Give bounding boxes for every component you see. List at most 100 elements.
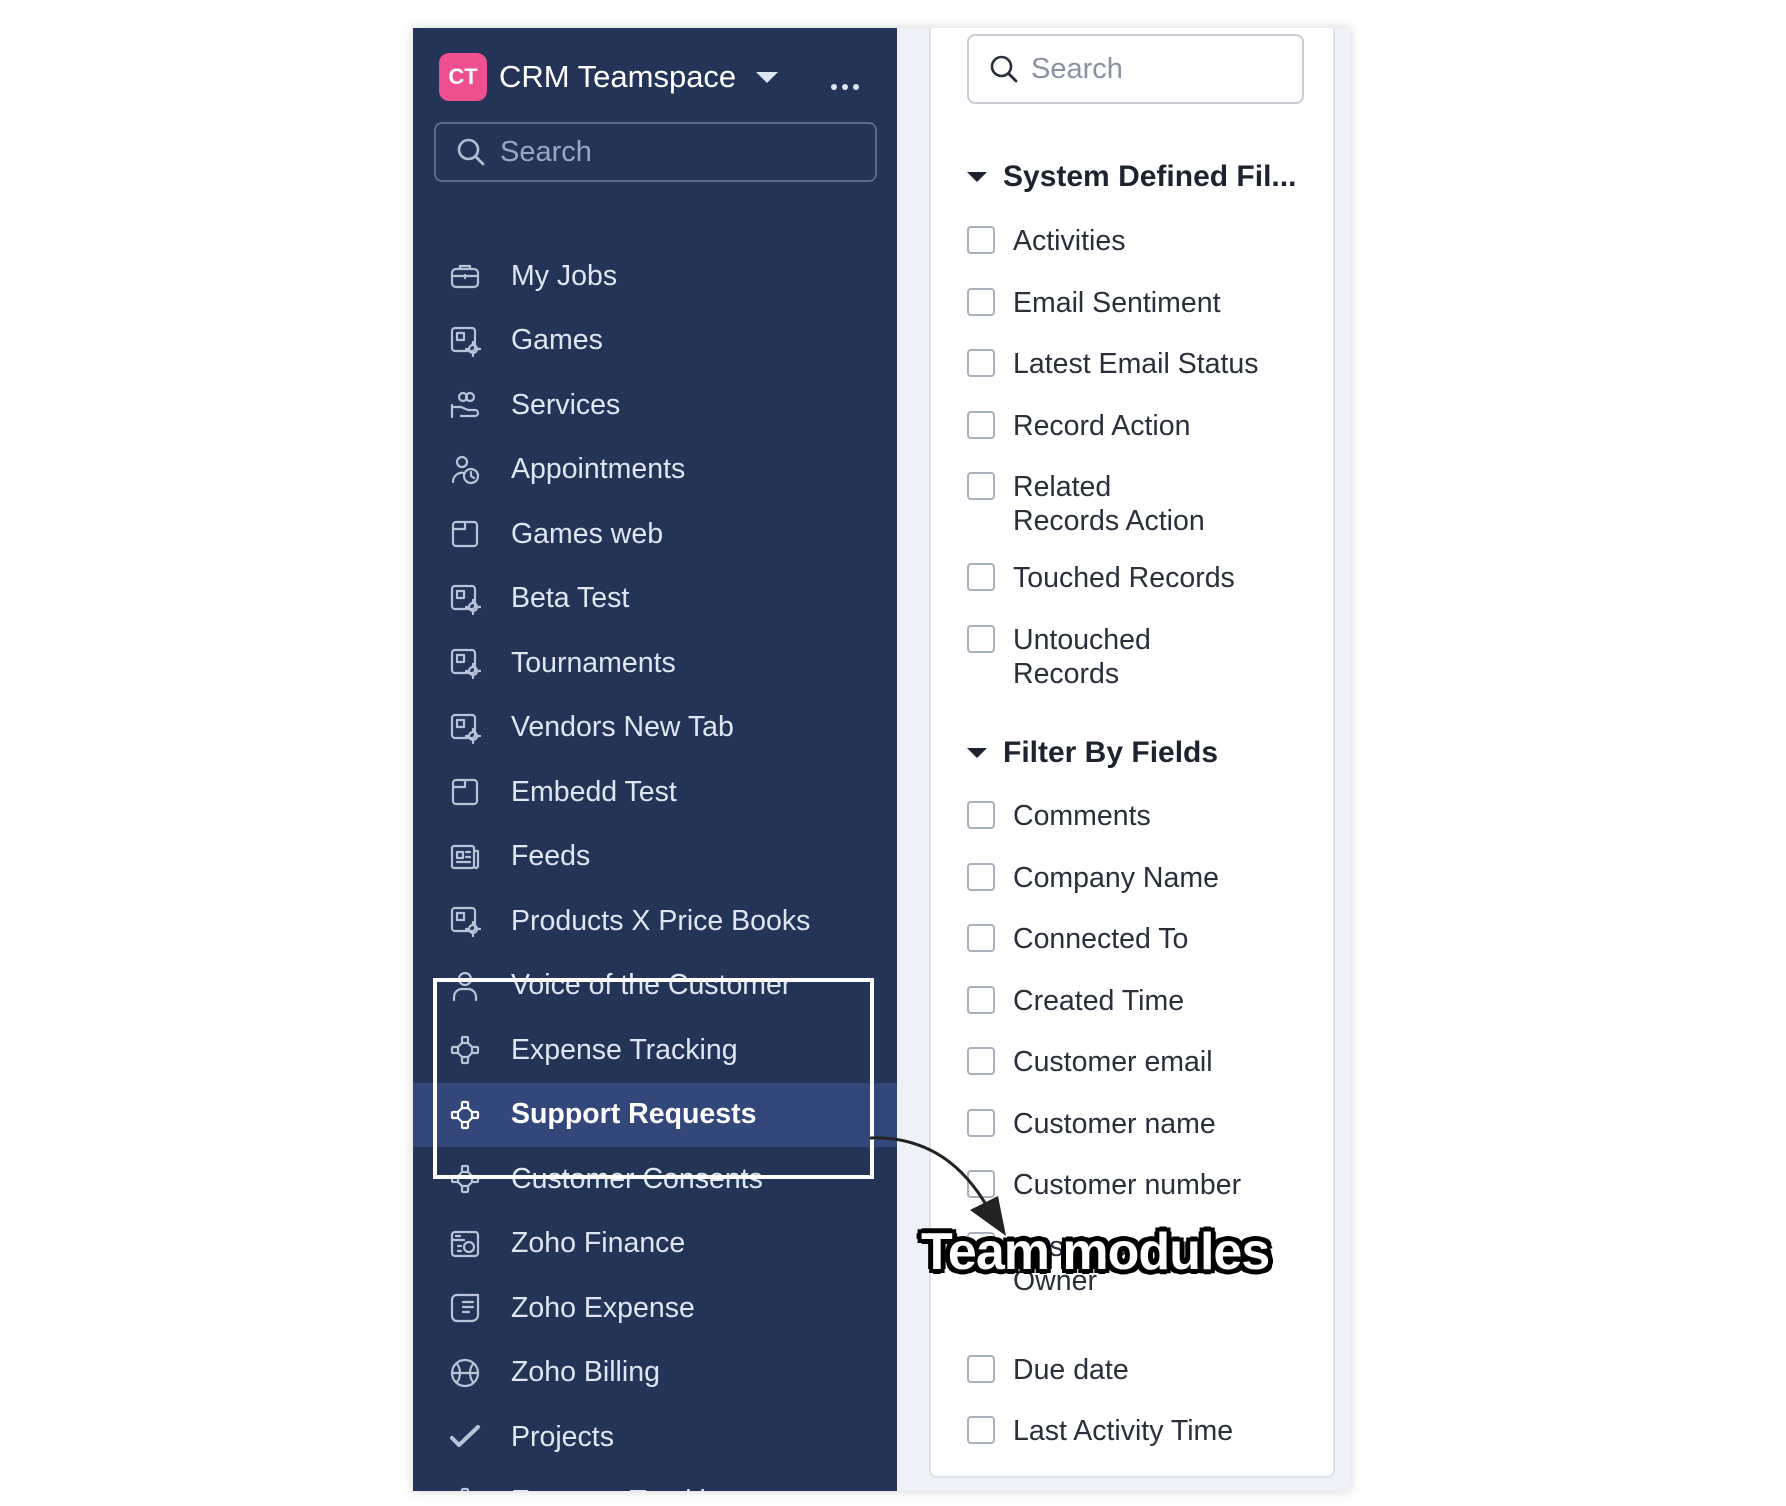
- sidebar-item-label: Vendors New Tab: [511, 711, 734, 744]
- filter-option-label: Customer email: [1013, 1046, 1213, 1078]
- sidebar-item-label: Expense Tracking: [511, 1033, 738, 1066]
- sidebar-item-games-web[interactable]: Games web: [413, 502, 897, 567]
- sidebar-item-label: Feeds: [511, 840, 591, 873]
- filter-option[interactable]: Email Sentiment: [967, 286, 1313, 320]
- section-system-defined[interactable]: System Defined Fil...: [967, 160, 1296, 194]
- services-icon: [449, 389, 481, 421]
- sidebar-item-label: Zoho Finance: [511, 1227, 686, 1260]
- sidebar-item-games[interactable]: Games: [413, 309, 897, 374]
- sidebar: CT CRM Teamspace Search My Jobs Games Serv…: [413, 28, 897, 1491]
- sidebar-item-embedd-test[interactable]: Embedd Test: [413, 760, 897, 825]
- section-title: System Defined Fil...: [1003, 160, 1297, 193]
- sidebar-item-zoho-finance[interactable]: Zoho Finance: [413, 1212, 897, 1277]
- sidebar-item-appointments[interactable]: Appointments: [413, 438, 897, 503]
- sidebar-item-projects[interactable]: Projects: [413, 1405, 897, 1470]
- filter-checkbox[interactable]: [967, 1478, 995, 1479]
- expense-icon: [449, 1292, 481, 1324]
- filter-option[interactable]: Touched Records: [967, 561, 1313, 595]
- workspace-title: CRM Teamspace: [499, 59, 737, 94]
- module-gear-icon: [449, 325, 481, 357]
- sidebar-item-beta-test[interactable]: Beta Test: [413, 567, 897, 632]
- filter-option[interactable]: Latest Email Status: [967, 347, 1313, 381]
- sidebar-item-label: Services: [511, 388, 621, 421]
- caret-down-icon: [967, 172, 987, 182]
- filter-checkbox[interactable]: [967, 349, 995, 377]
- filter-option[interactable]: Comments: [967, 799, 1313, 833]
- filter-option[interactable]: Customer email: [967, 1045, 1313, 1079]
- sidebar-item-products-x-price-books[interactable]: Products X Price Books: [413, 889, 897, 954]
- filter-checkbox[interactable]: [967, 1047, 995, 1075]
- filter-option[interactable]: Record Action: [967, 409, 1313, 443]
- filter-checkbox[interactable]: [967, 924, 995, 952]
- person-icon: [449, 970, 481, 1002]
- sidebar-item-label: Zoho Expense: [511, 1291, 695, 1324]
- filter-option-label: Related Records Action: [1013, 471, 1205, 537]
- filter-checkbox[interactable]: [967, 410, 995, 439]
- sidebar-item-my-jobs[interactable]: My Jobs: [413, 244, 897, 309]
- sidebar-item-label: Games web: [511, 517, 664, 550]
- filter-option[interactable]: Modified Time: [967, 1476, 1313, 1479]
- sidebar-item-zoho-expense[interactable]: Zoho Expense: [413, 1276, 897, 1341]
- filter-option-label: Created Time: [1013, 984, 1185, 1017]
- sidebar-item-voice-of-the-customer[interactable]: Voice of the Customer: [413, 954, 897, 1019]
- filter-option[interactable]: Untouched Records: [967, 623, 1213, 691]
- filter-option-label: Email Sentiment: [1013, 286, 1221, 319]
- filter-option[interactable]: Company Name: [967, 861, 1313, 895]
- filter-checkbox[interactable]: [967, 226, 995, 254]
- sidebar-item-feeds[interactable]: Feeds: [413, 825, 897, 890]
- filter-checkbox[interactable]: [967, 472, 995, 500]
- feeds-icon: [449, 841, 481, 873]
- module-gear-icon: [449, 905, 481, 938]
- sidebar-item-label: Voice of the Customer: [511, 969, 792, 1002]
- web-tab-icon: [449, 776, 481, 808]
- filter-option-label: Due date: [1013, 1353, 1129, 1386]
- filter-option[interactable]: Due date: [967, 1353, 1313, 1387]
- filter-option[interactable]: Connected To: [967, 922, 1313, 956]
- section-filter-by-fields[interactable]: Filter By Fields: [967, 736, 1218, 770]
- filter-option[interactable]: Last Activity Time: [967, 1414, 1313, 1448]
- filter-option-label: Latest Email Status: [1013, 348, 1259, 380]
- sidebar-item-label: Appointments: [511, 453, 686, 486]
- sidebar-item-customer-consents[interactable]: Customer Consents: [413, 1147, 897, 1212]
- filter-checkbox[interactable]: [967, 801, 995, 829]
- sidebar-item-label: Tournaments: [511, 646, 676, 679]
- more-options-icon[interactable]: [831, 84, 859, 90]
- filter-checkbox[interactable]: [967, 287, 995, 316]
- sidebar-nav: My Jobs Games Services Appointments Games we…: [413, 244, 897, 1491]
- filter-checkbox[interactable]: [967, 624, 995, 653]
- sidebar-item-expense-tracking[interactable]: Expense Tracking: [413, 1470, 897, 1491]
- sidebar-item-label: Support Requests: [511, 1098, 757, 1131]
- section-title: Filter By Fields: [1003, 736, 1219, 769]
- sidebar-item-zoho-billing[interactable]: Zoho Billing: [413, 1341, 897, 1406]
- sidebar-item-vendors-new-tab[interactable]: Vendors New Tab: [413, 696, 897, 761]
- sidebar-item-expense-tracking[interactable]: Expense Tracking: [413, 1018, 897, 1083]
- filter-checkbox[interactable]: [967, 1354, 995, 1383]
- sidebar-item-tournaments[interactable]: Tournaments: [413, 631, 897, 696]
- filter-checkbox[interactable]: [967, 985, 995, 1014]
- filter-checkbox[interactable]: [967, 1416, 995, 1444]
- filter-option-label: Record Action: [1013, 409, 1191, 442]
- sidebar-item-services[interactable]: Services: [413, 373, 897, 438]
- sidebar-item-label: Zoho Billing: [511, 1356, 660, 1389]
- filter-checkbox[interactable]: [967, 563, 995, 591]
- team-modules-callout: Team modules: [921, 1223, 1270, 1281]
- filter-search-input[interactable]: Search: [967, 34, 1304, 104]
- sidebar-search-placeholder: Search: [500, 135, 592, 168]
- team-module-icon: [449, 1099, 481, 1131]
- filter-checkbox[interactable]: [967, 862, 995, 891]
- filter-option[interactable]: Related Records Action: [967, 470, 1213, 538]
- module-gear-icon: [449, 712, 481, 744]
- filter-option-label: Modified Time: [1013, 1476, 1313, 1477]
- filter-option-label: Last Activity Time: [1013, 1415, 1234, 1447]
- filter-option-label: Connected To: [1013, 923, 1189, 955]
- workspace-switcher[interactable]: CT CRM Teamspace: [439, 52, 779, 102]
- web-tab-icon: [449, 518, 481, 550]
- filter-option-label: Touched Records: [1013, 562, 1235, 594]
- filter-option-label: Comments: [1013, 800, 1151, 832]
- module-gear-icon: [449, 647, 481, 680]
- sidebar-item-support-requests[interactable]: Support Requests: [413, 1082, 897, 1147]
- filter-option-label: Activities: [1013, 225, 1126, 257]
- filter-option[interactable]: Activities: [967, 224, 1313, 258]
- sidebar-search-input[interactable]: Search: [434, 122, 877, 182]
- filter-option[interactable]: Created Time: [967, 984, 1313, 1018]
